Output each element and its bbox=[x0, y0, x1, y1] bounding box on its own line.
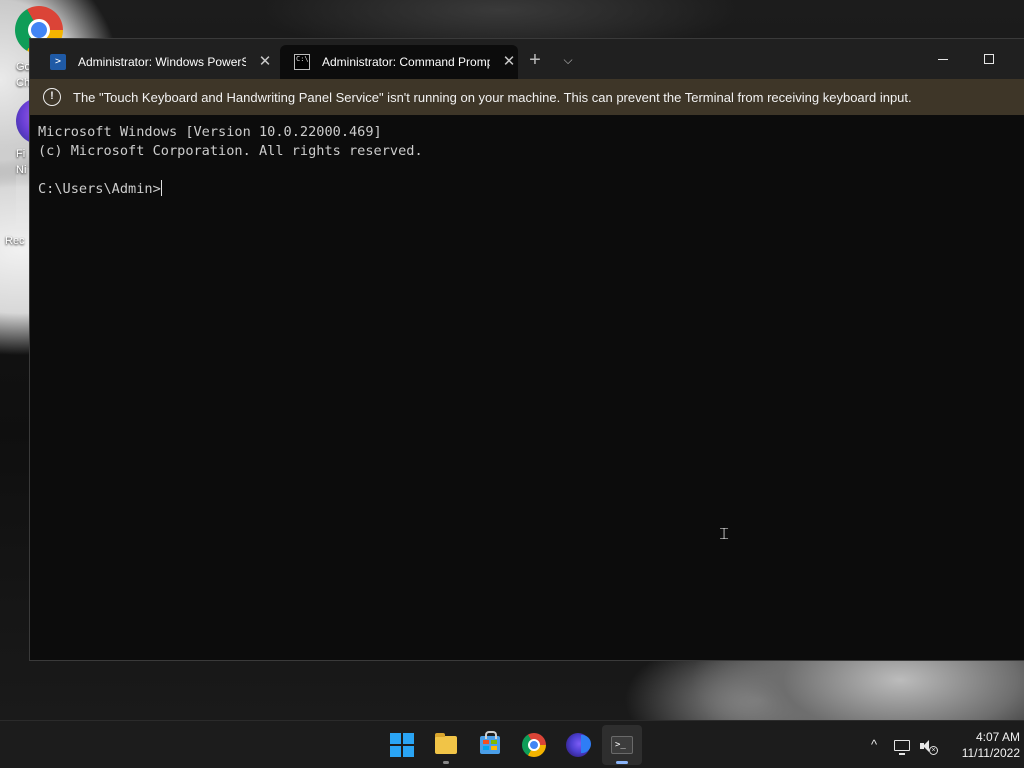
tab-bar: > Administrator: Windows PowerS ✕ C:\ Ad… bbox=[30, 39, 1024, 79]
warning-infobar: ! The "Touch Keyboard and Handwriting Pa… bbox=[30, 79, 1024, 115]
console-line: (c) Microsoft Corporation. All rights re… bbox=[38, 143, 423, 159]
chevron-down-icon[interactable]: ⌵ bbox=[555, 49, 581, 71]
taskbar: >_ ^ × 4:07 AM 11/11/2022 bbox=[0, 720, 1024, 768]
active-indicator bbox=[616, 761, 628, 764]
desktop-icon-label-line: Fi bbox=[16, 148, 26, 160]
tab-command-prompt[interactable]: C:\ Administrator: Command Promp ✕ bbox=[280, 45, 518, 79]
taskbar-chrome[interactable] bbox=[514, 725, 554, 765]
text-cursor bbox=[160, 180, 162, 196]
desktop-icon-label-line: Ch bbox=[16, 77, 31, 89]
console-prompt-line: C:\Users\Admin> bbox=[38, 180, 1024, 199]
terminal-icon: >_ bbox=[611, 736, 633, 754]
file-explorer-icon bbox=[435, 733, 457, 754]
taskbar-firefox-nightly[interactable] bbox=[558, 725, 598, 765]
minimize-button[interactable] bbox=[920, 39, 966, 77]
new-tab-button[interactable]: + bbox=[522, 49, 548, 71]
maximize-icon bbox=[984, 54, 994, 65]
firefox-nightly-icon bbox=[566, 733, 591, 757]
infobar-message: The "Touch Keyboard and Handwriting Pane… bbox=[73, 89, 912, 105]
powershell-icon: > bbox=[50, 54, 66, 70]
system-clock[interactable]: 4:07 AM 11/11/2022 bbox=[936, 729, 1020, 761]
running-indicator bbox=[443, 761, 449, 764]
desktop-icon-label-line: Rec bbox=[5, 235, 25, 247]
tab-powershell[interactable]: > Administrator: Windows PowerS ✕ bbox=[36, 45, 276, 79]
tab-title: Administrator: Command Promp bbox=[322, 55, 490, 69]
console-line: Microsoft Windows [Version 10.0.22000.46… bbox=[38, 124, 382, 140]
ibeam-cursor-icon: ⌶ bbox=[719, 524, 729, 543]
start-button[interactable] bbox=[382, 725, 422, 765]
monitor-icon bbox=[894, 740, 910, 756]
minimize-icon bbox=[938, 58, 948, 60]
taskbar-file-explorer[interactable] bbox=[426, 725, 466, 765]
console-output[interactable]: Microsoft Windows [Version 10.0.22000.46… bbox=[38, 123, 1024, 660]
maximize-button[interactable] bbox=[966, 39, 1012, 77]
windows-logo-icon bbox=[390, 733, 414, 757]
tab-title: Administrator: Windows PowerS bbox=[78, 55, 246, 69]
cmd-icon: C:\ bbox=[294, 54, 310, 70]
warning-icon: ! bbox=[43, 88, 61, 106]
microsoft-store-icon bbox=[480, 731, 500, 754]
console-prompt: C:\Users\Admin> bbox=[38, 181, 161, 197]
speaker-icon: × bbox=[920, 739, 938, 755]
clock-time: 4:07 AM bbox=[975, 730, 1020, 744]
taskbar-microsoft-store[interactable] bbox=[470, 725, 510, 765]
clock-date: 11/11/2022 bbox=[961, 746, 1020, 760]
close-tab-icon[interactable]: ✕ bbox=[256, 53, 274, 71]
taskbar-windows-terminal[interactable]: >_ bbox=[602, 725, 642, 765]
terminal-window: > Administrator: Windows PowerS ✕ C:\ Ad… bbox=[29, 38, 1024, 661]
chrome-icon bbox=[522, 733, 546, 757]
close-tab-icon[interactable]: ✕ bbox=[500, 53, 518, 71]
network-icon[interactable] bbox=[890, 733, 914, 757]
chevron-up-icon[interactable]: ^ bbox=[862, 733, 886, 757]
